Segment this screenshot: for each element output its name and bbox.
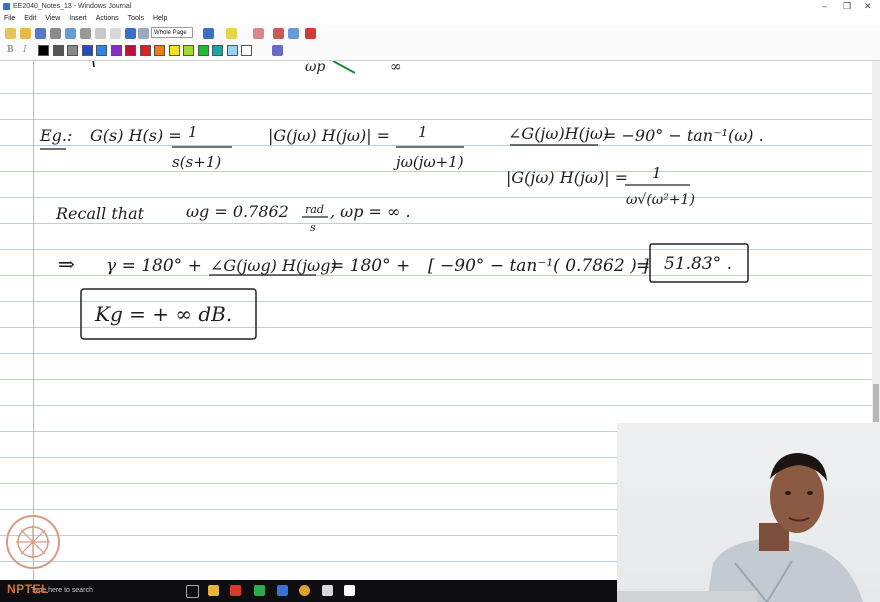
menu-file[interactable]: File — [4, 15, 15, 22]
window-title: EE2040_Notes_13 - Windows Journal — [13, 3, 132, 10]
menu-edit[interactable]: Edit — [24, 15, 36, 22]
menu-actions[interactable]: Actions — [96, 15, 119, 22]
color-swatch[interactable] — [154, 45, 165, 56]
journal-app-icon — [3, 3, 10, 10]
file-explorer-icon[interactable] — [208, 585, 219, 596]
nptel-watermark: NPTEL — [7, 582, 49, 596]
menu-view[interactable]: View — [45, 15, 60, 22]
app-red-icon[interactable] — [230, 585, 241, 596]
bold-button[interactable]: B — [7, 44, 14, 55]
color-swatch[interactable] — [81, 45, 93, 56]
implies-arrow: ⇒ — [58, 252, 75, 276]
fragment-wp: ωp — [305, 61, 325, 75]
bracket-expression: [ −90° − tan⁻¹( 0.7862 ) ] — [428, 256, 649, 276]
highlighter-icon[interactable] — [226, 28, 237, 39]
maximize-button[interactable]: ❐ — [843, 0, 851, 12]
phase-lhs: ∠G(jω)H(jω) — [508, 124, 609, 143]
magnitude-lhs: |G(jω) H(jω)| = — [268, 126, 390, 145]
color-swatch[interactable] — [241, 45, 252, 56]
journal-taskbar-icon[interactable] — [277, 585, 288, 596]
color-swatch[interactable] — [212, 45, 223, 56]
print-icon[interactable] — [50, 28, 61, 39]
gamma-angle: ∠G(jωg) H(jωg) — [210, 256, 337, 275]
color-swatch[interactable] — [125, 45, 136, 56]
format-toolbar: B I — [0, 42, 880, 61]
tf-numerator: 1 — [188, 123, 198, 141]
color-swatch[interactable] — [139, 45, 151, 56]
menu-bar: File Edit View Insert Actions Tools Help — [0, 13, 880, 24]
abs-lhs: |G(jω) H(jω)| = — [506, 168, 628, 187]
calculator-icon[interactable] — [344, 585, 355, 596]
wg-value: ωg = 0.7862 — [186, 202, 289, 221]
copy-icon[interactable] — [95, 28, 106, 39]
eq2: = — [636, 256, 650, 276]
gain-margin: Kg = + ∞ dB. — [94, 302, 232, 326]
scroll-thumb[interactable] — [873, 384, 879, 422]
find-icon[interactable] — [65, 28, 76, 39]
color-swatch[interactable] — [110, 45, 122, 56]
eg-label: Eg.: — [39, 126, 72, 145]
rad-unit: rad — [305, 203, 324, 216]
new-note-icon[interactable] — [5, 28, 16, 39]
minimize-button[interactable]: – — [822, 0, 827, 12]
zoom-select[interactable]: Whole Page — [151, 27, 193, 38]
eraser-icon[interactable] — [253, 28, 264, 39]
nptel-logo — [6, 515, 60, 569]
instructor-video — [617, 423, 880, 602]
pen-icon[interactable] — [203, 28, 214, 39]
color-swatch[interactable] — [96, 45, 107, 56]
menu-insert[interactable]: Insert — [69, 15, 87, 22]
abs-denominator: ω√(ω²+1) — [626, 192, 695, 208]
chrome-icon[interactable] — [299, 585, 310, 596]
pen-style-icon[interactable] — [272, 45, 283, 56]
tf-denominator: s(s+1) — [172, 153, 221, 171]
cut-icon[interactable] — [80, 28, 91, 39]
magnitude-denominator: jω(jω+1) — [393, 153, 464, 171]
abs-numerator: 1 — [652, 164, 662, 182]
fragment-infinity: ∞ — [390, 61, 402, 75]
undo-icon[interactable] — [125, 28, 136, 39]
lasso-icon[interactable] — [273, 28, 284, 39]
title-bar: EE2040_Notes_13 - Windows Journal – ❐ ✕ — [0, 0, 880, 13]
instructor-image — [617, 453, 863, 602]
gamma-lhs: γ = 180° + — [106, 256, 202, 276]
menu-tools[interactable]: Tools — [128, 15, 144, 22]
task-view-icon[interactable] — [186, 585, 199, 598]
color-swatch[interactable] — [226, 45, 238, 56]
standard-toolbar: Whole Page — [0, 25, 880, 43]
insert-space-icon[interactable] — [288, 28, 299, 39]
phase-margin-result: 51.83° . — [664, 254, 732, 274]
app-green-icon[interactable] — [254, 585, 265, 596]
recall-text: Recall that — [55, 204, 145, 223]
close-button[interactable]: ✕ — [864, 0, 872, 12]
magnitude-numerator: 1 — [418, 123, 428, 141]
color-swatch[interactable] — [197, 45, 209, 56]
phase-rhs: = −90° − tan⁻¹(ω) . — [603, 126, 764, 145]
open-icon[interactable] — [20, 28, 31, 39]
color-swatch[interactable] — [168, 45, 180, 56]
eq1: = 180° + — [330, 256, 410, 276]
color-swatch[interactable] — [38, 45, 49, 56]
color-swatch[interactable] — [183, 45, 194, 56]
color-swatch[interactable] — [67, 45, 78, 56]
flag-icon[interactable] — [305, 28, 316, 39]
menu-help[interactable]: Help — [153, 15, 167, 22]
transfer-function-lhs: G(s) H(s) = — [90, 126, 182, 145]
redo-icon[interactable] — [138, 28, 149, 39]
italic-button[interactable]: I — [23, 44, 26, 55]
seconds-unit: s — [310, 221, 316, 234]
paste-icon[interactable] — [110, 28, 121, 39]
wp-value: , ωp = ∞ . — [330, 202, 411, 221]
color-swatch[interactable] — [52, 45, 64, 56]
save-icon[interactable] — [35, 28, 46, 39]
app-gray-icon[interactable] — [322, 585, 333, 596]
